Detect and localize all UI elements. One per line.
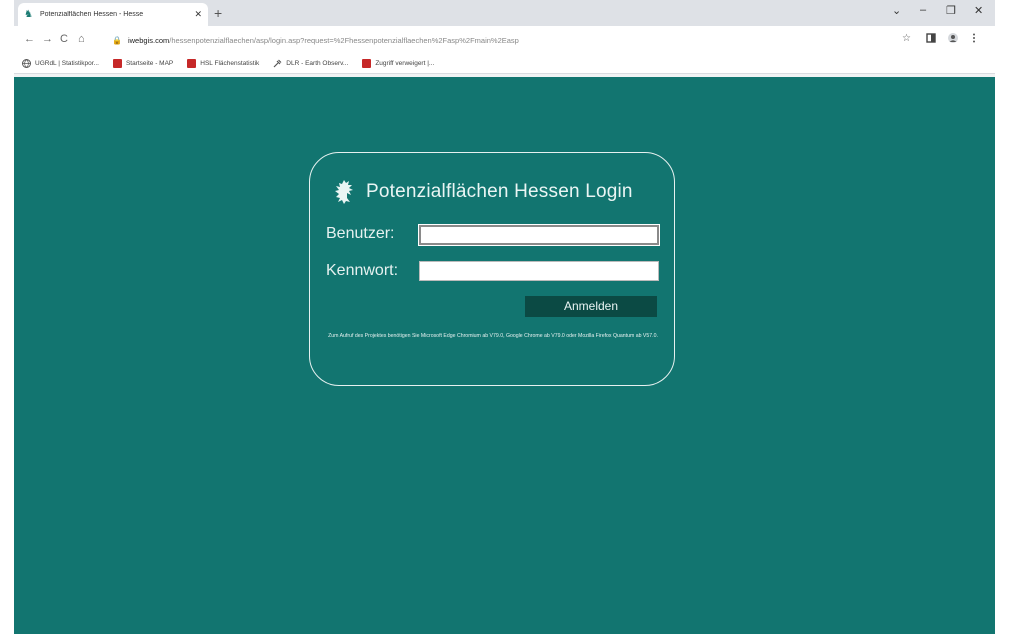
password-input[interactable]	[419, 261, 659, 281]
address-bar[interactable]: 🔒 iwebgis.com/hessenpotenzialflaechen/as…	[112, 30, 892, 50]
bookmarks-bar: UGRdL | Statistikpor... Startseite - MAP…	[14, 54, 995, 74]
minimize-button[interactable]: –	[920, 4, 926, 16]
bookmark-label: HSL Flächenstatistik	[200, 60, 260, 67]
reload-button[interactable]: C	[60, 33, 68, 45]
red-square-icon	[362, 59, 372, 68]
bookmark-star-icon[interactable]: ☆	[902, 33, 911, 44]
red-square-icon	[187, 59, 197, 68]
restore-button[interactable]: ❐	[946, 4, 956, 17]
browser-window: ♞ Potenzialflächen Hessen - Hesse ✕ + ⌄ …	[14, 0, 995, 634]
login-button[interactable]: Anmelden	[525, 296, 657, 317]
forward-button[interactable]: →	[42, 33, 53, 45]
user-input[interactable]	[418, 224, 660, 246]
globe-icon	[22, 59, 31, 68]
bookmark-startseite-map[interactable]: Startseite - MAP	[112, 59, 174, 68]
profile-icon[interactable]	[948, 33, 958, 46]
satellite-icon	[273, 59, 282, 68]
bookmark-label: UGRdL | Statistikpor...	[35, 60, 99, 67]
close-window-button[interactable]: ✕	[974, 4, 983, 17]
browser-requirements-note: Zum Aufruf des Projektes benötigen Sie M…	[328, 333, 658, 339]
hessen-lion-icon	[335, 180, 353, 204]
side-panel-icon[interactable]	[926, 33, 936, 46]
bookmark-zugriff-verweigert[interactable]: Zugriff verweigert |...	[362, 59, 434, 68]
url-path: /hessenpotenzialflaechen/asp/login.asp?r…	[169, 35, 519, 45]
tab-search-icon[interactable]: ⌄	[892, 4, 901, 17]
page-content: Potenzialflächen Hessen Login Benutzer: …	[14, 77, 995, 634]
bookmark-ugrdl[interactable]: UGRdL | Statistikpor...	[22, 59, 99, 68]
login-header: Potenzialflächen Hessen Login	[332, 179, 633, 205]
bookmark-label: DLR - Earth Observ...	[286, 60, 349, 67]
tab-close-icon[interactable]: ✕	[194, 9, 202, 20]
lock-icon[interactable]: 🔒	[112, 36, 122, 45]
new-tab-button[interactable]: +	[214, 5, 222, 21]
menu-kebab-icon[interactable]	[972, 33, 976, 46]
home-button[interactable]: ⌂	[78, 33, 85, 45]
bookmark-hsl-flaechenstatistik[interactable]: HSL Flächenstatistik	[187, 59, 259, 68]
user-label: Benutzer:	[326, 225, 395, 242]
tab-title: Potenzialflächen Hessen - Hesse	[40, 11, 144, 18]
url-host: iwebgis.com	[127, 35, 170, 45]
bookmark-label: Zugriff verweigert |...	[375, 60, 435, 67]
hessen-lion-favicon-icon: ♞	[24, 8, 33, 20]
login-title: Potenzialflächen Hessen Login	[366, 181, 633, 202]
back-button[interactable]: ←	[24, 33, 35, 45]
bookmark-dlr-earth-observation[interactable]: DLR - Earth Observ...	[273, 59, 348, 68]
tab-strip: ♞ Potenzialflächen Hessen - Hesse ✕ + ⌄ …	[14, 0, 995, 26]
bookmark-label: Startseite - MAP	[125, 60, 174, 67]
url-text: iwebgis.com/hessenpotenzialflaechen/asp/…	[128, 36, 519, 45]
red-square-icon	[112, 59, 122, 68]
browser-toolbar: ← → C ⌂ 🔒 iwebgis.com/hessenpotenzialfla…	[14, 26, 995, 54]
tab-active[interactable]: ♞ Potenzialflächen Hessen - Hesse ✕	[18, 3, 208, 26]
password-label: Kennwort:	[326, 262, 399, 279]
login-panel: Potenzialflächen Hessen Login Benutzer: …	[309, 152, 675, 386]
